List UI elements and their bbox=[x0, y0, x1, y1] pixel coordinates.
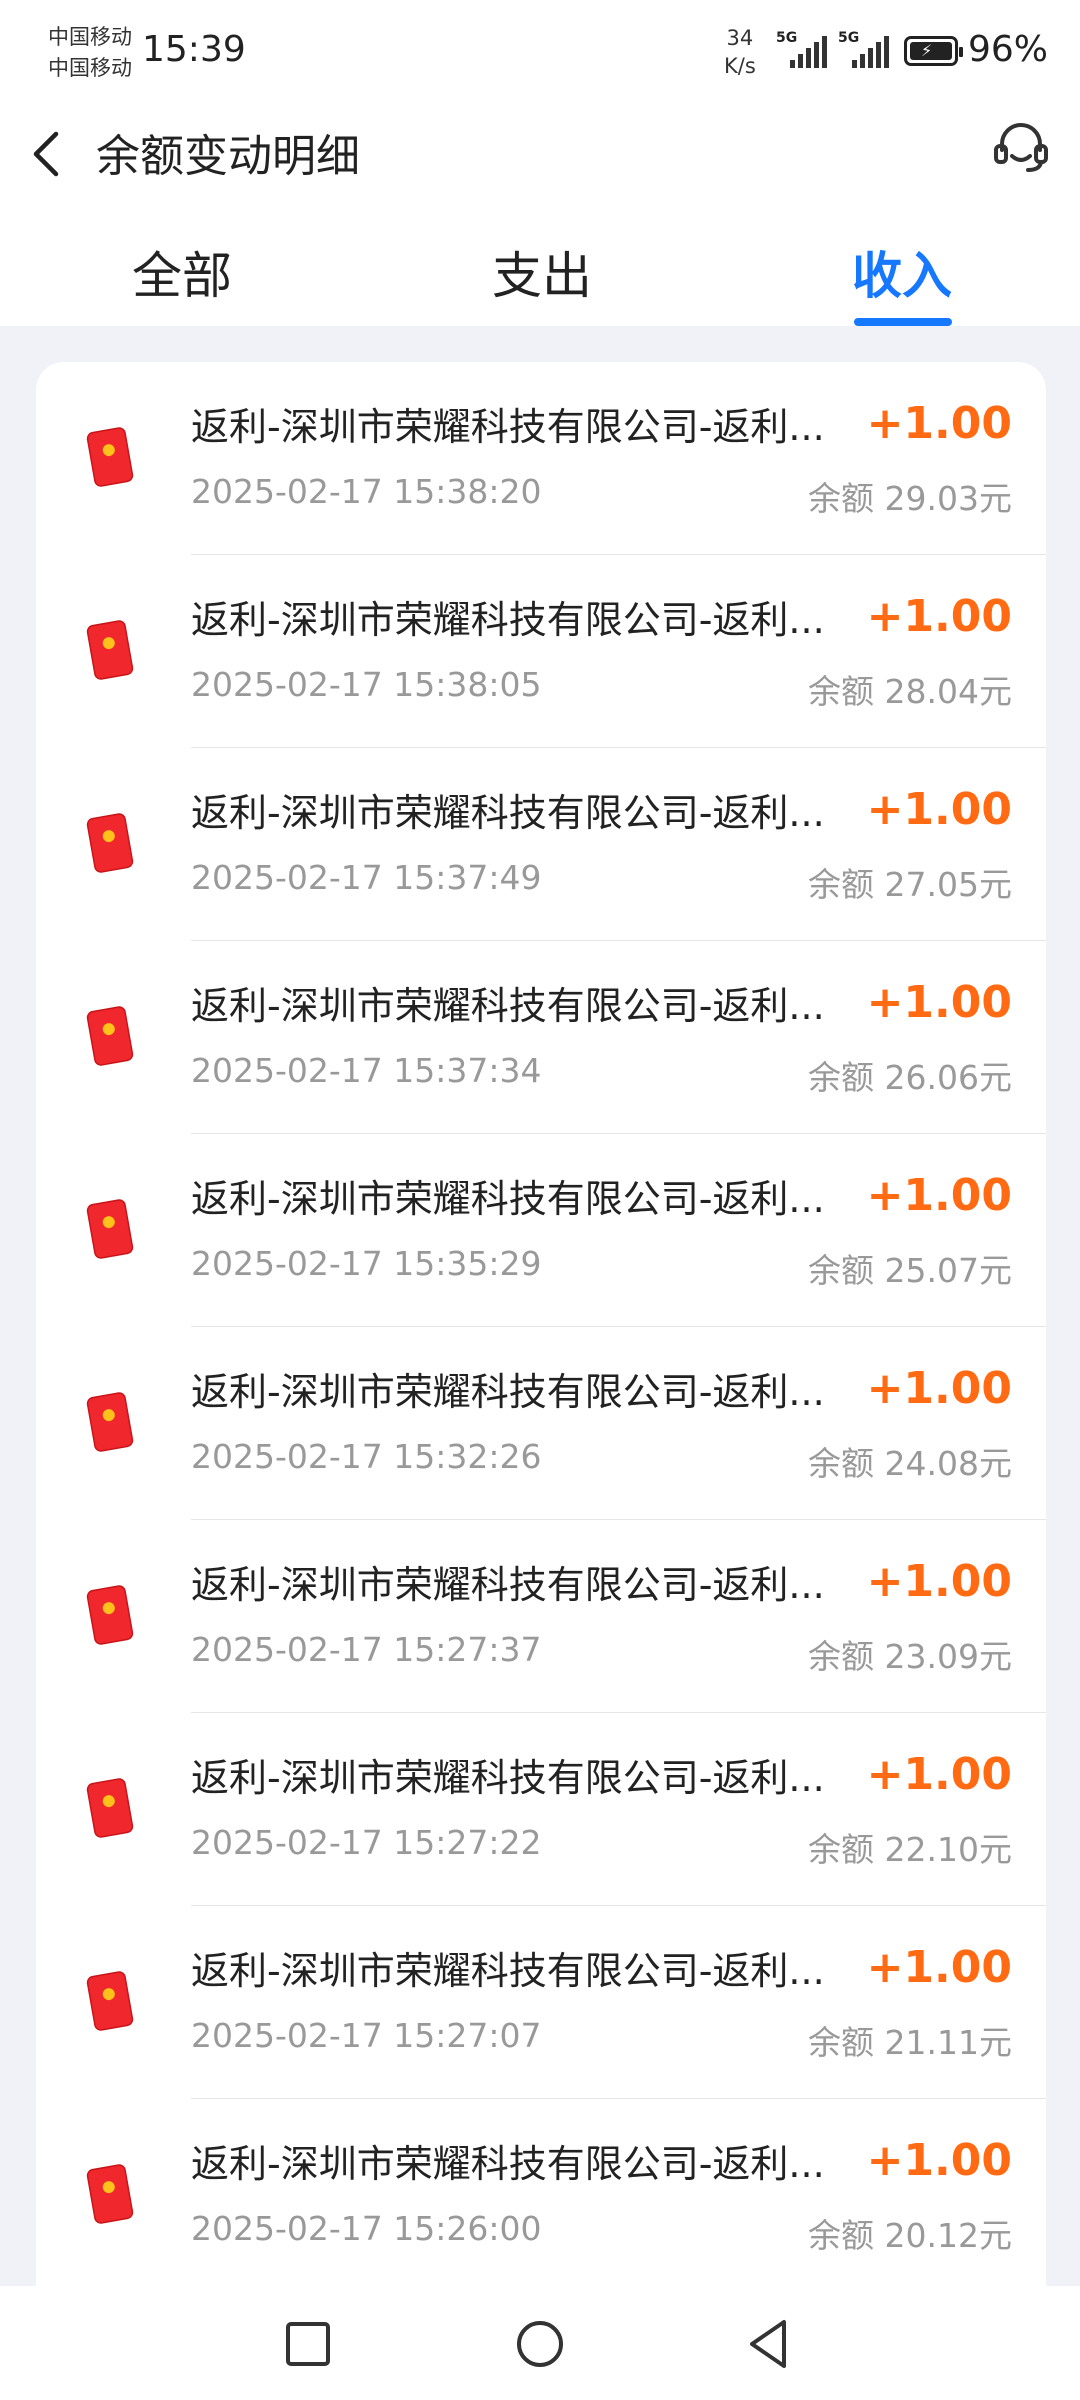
transaction-time: 2025-02-17 15:37:49 bbox=[191, 858, 542, 897]
transaction-amount: +1.00 bbox=[866, 2135, 1012, 2186]
transaction-item[interactable]: 返利-深圳市荣耀科技有限公司-返利... +1.00 2025-02-17 15… bbox=[36, 1520, 1046, 1713]
active-tab-indicator bbox=[854, 318, 952, 326]
transaction-item[interactable]: 返利-深圳市荣耀科技有限公司-返利... +1.00 2025-02-17 15… bbox=[36, 555, 1046, 748]
tab-bar: 全部 支出 收入 bbox=[0, 200, 1080, 326]
transaction-amount: +1.00 bbox=[866, 591, 1012, 642]
customer-service-icon bbox=[994, 123, 1048, 172]
transaction-title: 返利-深圳市荣耀科技有限公司-返利... bbox=[191, 984, 825, 1028]
balance-detail-page: 中国移动 中国移动 15:39 34 K/s 5G 5G ⚡ 96% 余额变动明… bbox=[0, 0, 1080, 2400]
system-nav-bar bbox=[0, 2286, 1080, 2400]
transaction-item[interactable]: 返利-深圳市荣耀科技有限公司-返利... +1.00 2025-02-17 15… bbox=[36, 1906, 1046, 2099]
transaction-item[interactable]: 返利-深圳市荣耀科技有限公司-返利... +1.00 2025-02-17 15… bbox=[36, 748, 1046, 941]
transaction-amount: +1.00 bbox=[866, 784, 1012, 835]
red-packet-icon bbox=[86, 427, 134, 487]
tab-all[interactable]: 全部 bbox=[132, 236, 232, 308]
transaction-item[interactable]: 返利-深圳市荣耀科技有限公司-返利... +1.00 2025-02-17 15… bbox=[36, 1327, 1046, 1520]
transaction-item[interactable]: 返利-深圳市荣耀科技有限公司-返利... +1.00 2025-02-17 15… bbox=[36, 362, 1046, 555]
transaction-balance: 余额 20.12元 bbox=[808, 2216, 1012, 2255]
transaction-balance: 余额 28.04元 bbox=[808, 672, 1012, 711]
transaction-title: 返利-深圳市荣耀科技有限公司-返利... bbox=[191, 1563, 825, 1607]
transaction-title: 返利-深圳市荣耀科技有限公司-返利... bbox=[191, 1177, 825, 1221]
transaction-amount: +1.00 bbox=[866, 398, 1012, 449]
transaction-amount: +1.00 bbox=[866, 1749, 1012, 1800]
carrier-info: 中国移动 中国移动 bbox=[48, 22, 148, 84]
transaction-time: 2025-02-17 15:32:26 bbox=[191, 1437, 542, 1476]
tab-income[interactable]: 收入 bbox=[852, 236, 952, 308]
transaction-amount: +1.00 bbox=[866, 1170, 1012, 1221]
status-time: 15:39 bbox=[142, 29, 246, 70]
transaction-time: 2025-02-17 15:38:20 bbox=[191, 472, 542, 511]
network-speed: 34 K/s bbox=[724, 24, 756, 80]
carrier-1: 中国移动 bbox=[48, 25, 132, 49]
transaction-balance: 余额 24.08元 bbox=[808, 1444, 1012, 1483]
transaction-amount: +1.00 bbox=[866, 977, 1012, 1028]
back-button[interactable] bbox=[22, 110, 92, 190]
customer-service-button[interactable] bbox=[990, 116, 1052, 178]
transaction-time: 2025-02-17 15:26:00 bbox=[191, 2209, 542, 2248]
transaction-title: 返利-深圳市荣耀科技有限公司-返利... bbox=[191, 1370, 825, 1414]
transaction-time: 2025-02-17 15:27:22 bbox=[191, 1823, 542, 1862]
page-title: 余额变动明细 bbox=[96, 131, 360, 182]
red-packet-icon bbox=[86, 1971, 134, 2031]
transaction-balance: 余额 21.11元 bbox=[808, 2023, 1012, 2062]
transaction-balance: 余额 29.03元 bbox=[808, 479, 1012, 518]
transaction-item[interactable]: 返利-深圳市荣耀科技有限公司-返利... +1.00 2025-02-17 15… bbox=[36, 941, 1046, 1134]
red-packet-icon bbox=[86, 1392, 134, 1452]
transaction-amount: +1.00 bbox=[866, 1556, 1012, 1607]
transaction-title: 返利-深圳市荣耀科技有限公司-返利... bbox=[191, 1756, 825, 1800]
red-packet-icon bbox=[86, 2164, 134, 2224]
transaction-balance: 余额 27.05元 bbox=[808, 865, 1012, 904]
transaction-balance: 余额 23.09元 bbox=[808, 1637, 1012, 1676]
transaction-item[interactable]: 返利-深圳市荣耀科技有限公司-返利... +1.00 2025-02-17 15… bbox=[36, 1134, 1046, 1327]
page-header: 余额变动明细 bbox=[0, 100, 1080, 200]
transaction-list: 返利-深圳市荣耀科技有限公司-返利... +1.00 2025-02-17 15… bbox=[36, 362, 1046, 2322]
red-packet-icon bbox=[86, 1006, 134, 1066]
red-packet-icon bbox=[86, 1585, 134, 1645]
transaction-item[interactable]: 返利-深圳市荣耀科技有限公司-返利... +1.00 2025-02-17 15… bbox=[36, 2099, 1046, 2292]
battery-icon: ⚡ bbox=[904, 36, 963, 66]
recent-apps-button[interactable] bbox=[278, 2314, 338, 2374]
transaction-time: 2025-02-17 15:38:05 bbox=[191, 665, 542, 704]
transaction-title: 返利-深圳市荣耀科技有限公司-返利... bbox=[191, 405, 825, 449]
red-packet-icon bbox=[86, 1778, 134, 1838]
transaction-balance: 余额 26.06元 bbox=[808, 1058, 1012, 1097]
transaction-title: 返利-深圳市荣耀科技有限公司-返利... bbox=[191, 791, 825, 835]
system-back-button[interactable] bbox=[740, 2314, 800, 2374]
back-icon bbox=[750, 2320, 786, 2368]
network-speed-unit: K/s bbox=[724, 54, 756, 78]
transaction-title: 返利-深圳市荣耀科技有限公司-返利... bbox=[191, 2142, 825, 2186]
transaction-time: 2025-02-17 15:35:29 bbox=[191, 1244, 542, 1283]
tab-expense[interactable]: 支出 bbox=[492, 236, 592, 308]
red-packet-icon bbox=[86, 813, 134, 873]
transaction-item[interactable]: 返利-深圳市荣耀科技有限公司-返利... +1.00 2025-02-17 15… bbox=[36, 1713, 1046, 1906]
network-speed-value: 34 bbox=[726, 26, 754, 50]
battery-percent: 96% bbox=[968, 29, 1049, 70]
transaction-time: 2025-02-17 15:37:34 bbox=[191, 1051, 542, 1090]
carrier-2: 中国移动 bbox=[48, 56, 132, 80]
status-bar: 中国移动 中国移动 15:39 34 K/s 5G 5G ⚡ 96% bbox=[0, 0, 1080, 100]
transaction-balance: 余额 22.10元 bbox=[808, 1830, 1012, 1869]
red-packet-icon bbox=[86, 620, 134, 680]
transaction-amount: +1.00 bbox=[866, 1363, 1012, 1414]
red-packet-icon bbox=[86, 1199, 134, 1259]
transaction-time: 2025-02-17 15:27:37 bbox=[191, 1630, 542, 1669]
signal-icon: 5G bbox=[838, 30, 898, 72]
transaction-title: 返利-深圳市荣耀科技有限公司-返利... bbox=[191, 1949, 825, 1993]
signal-icon: 5G bbox=[776, 30, 836, 72]
transaction-time: 2025-02-17 15:27:07 bbox=[191, 2016, 542, 2055]
transaction-amount: +1.00 bbox=[866, 1942, 1012, 1993]
transaction-title: 返利-深圳市荣耀科技有限公司-返利... bbox=[191, 598, 825, 642]
recent-apps-icon bbox=[286, 2322, 330, 2366]
home-icon bbox=[517, 2321, 563, 2367]
back-arrow-icon bbox=[33, 131, 59, 177]
transaction-balance: 余额 25.07元 bbox=[808, 1251, 1012, 1290]
home-button[interactable] bbox=[510, 2314, 570, 2374]
